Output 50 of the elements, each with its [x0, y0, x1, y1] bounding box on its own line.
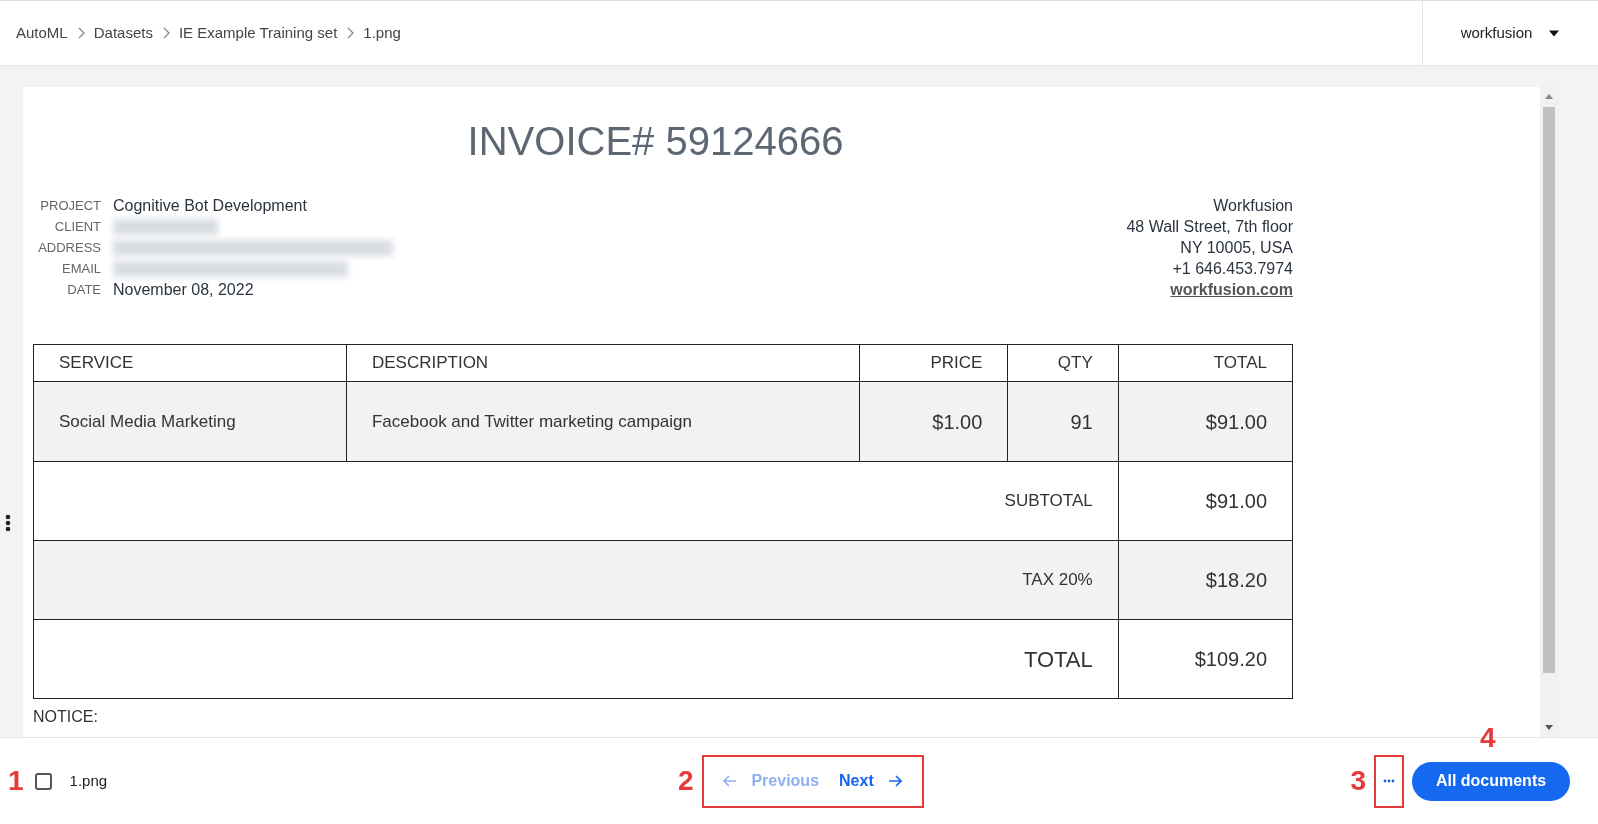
summary-value: $18.20: [1118, 540, 1293, 620]
invoice-title: INVOICE# 59124666: [466, 118, 845, 165]
scroll-down-icon[interactable]: [1544, 724, 1554, 732]
field-label: DATE: [66, 280, 101, 299]
company-info: +1 646.453.7974: [1172, 260, 1293, 277]
right-arrow-icon: [887, 775, 902, 787]
annotation-number: 2: [678, 767, 694, 795]
table-cell: Facebook and Twitter marketing campaign: [346, 381, 860, 462]
table-cell: $91.00: [1118, 381, 1293, 462]
summary-value: $91.00: [1118, 461, 1293, 541]
notice-label: NOTICE:: [33, 707, 99, 727]
field-value: November 08, 2022: [113, 279, 254, 300]
field-label: ADDRESS: [37, 238, 101, 257]
scroll-up-icon[interactable]: [1544, 92, 1554, 100]
column-header: SERVICE: [33, 344, 347, 382]
table-cell: Social Media Marketing: [33, 381, 347, 462]
summary-label: SUBTOTAL: [33, 461, 1119, 541]
breadcrumb-link[interactable]: IE Example Training set: [178, 21, 338, 45]
table-cell: 91: [1007, 381, 1119, 462]
column-header: DESCRIPTION: [346, 344, 860, 382]
summary-value: $109.20: [1118, 619, 1293, 699]
column-header: TOTAL: [1118, 344, 1293, 382]
annotation-number: 4: [1480, 724, 1496, 752]
summary-label: TAX 20%: [33, 540, 1119, 620]
field-label: PROJECT: [39, 196, 101, 215]
left-arrow-icon: [723, 775, 738, 787]
column-header: QTY: [1007, 344, 1119, 382]
checkbox[interactable]: [34, 772, 52, 790]
company-info: Workfusion: [1213, 197, 1293, 214]
breadcrumb-link[interactable]: AutoML: [16, 21, 68, 45]
caret-icon: [1548, 29, 1561, 37]
next-button[interactable]: Next: [833, 769, 908, 793]
user-menu[interactable]: workfusion: [1422, 1, 1598, 65]
chevron-icon: [345, 27, 356, 39]
company-info: 48 Wall Street, 7th floor: [1126, 218, 1293, 235]
file-name: 1.png: [69, 770, 108, 791]
annotation-number: 1: [8, 767, 24, 795]
field-label: CLIENT: [53, 217, 101, 236]
website-link[interactable]: workfusion.com: [1170, 281, 1293, 298]
more-icon[interactable]: [1383, 779, 1395, 783]
column-header: PRICE: [860, 344, 1008, 382]
table-cell: $1.00: [860, 381, 1008, 462]
summary-label: TOTAL: [33, 619, 1119, 699]
all-documents-button[interactable]: All documents: [1412, 761, 1570, 801]
company-info: NY 10005, USA: [1180, 239, 1293, 256]
breadcrumb-link[interactable]: Datasets: [93, 21, 153, 45]
field-label: EMAIL: [61, 259, 101, 278]
annotation-number: 3: [1350, 767, 1366, 795]
field-value: Cognitive Bot Development: [113, 195, 307, 216]
drag-handle-icon[interactable]: [5, 514, 11, 532]
